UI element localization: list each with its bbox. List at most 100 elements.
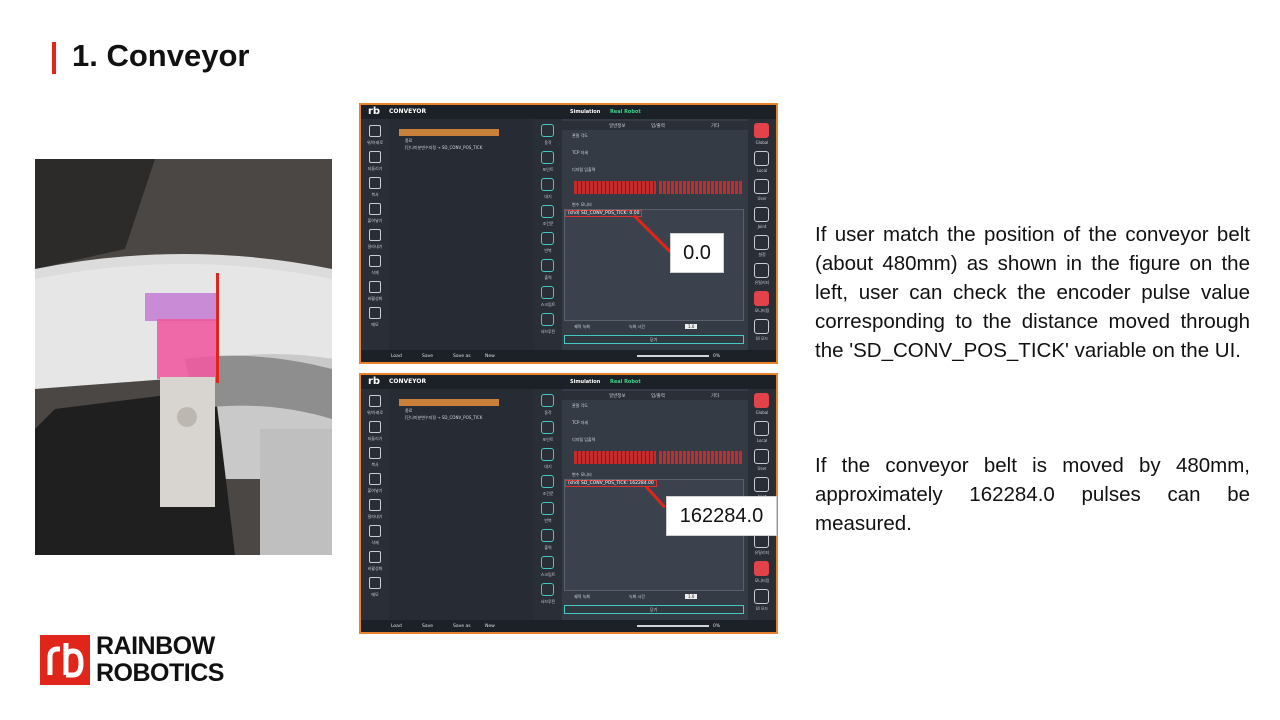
joint-angle-label: 관절 각도 [572, 133, 588, 138]
tool-label: 포인트 [542, 437, 554, 442]
condition-icon[interactable] [541, 475, 554, 488]
tool-label: 서브루틴 [540, 329, 556, 334]
tcp-pose-label: TCP 자세 [572, 420, 589, 425]
edit-toolbar: 위/아래로 되돌리기 복사 붙여넣기 잘라내기 삭제 비활성화 메모 [361, 389, 389, 620]
tool-label: Global [755, 140, 769, 145]
global-icon[interactable] [754, 393, 769, 408]
delete-icon[interactable] [369, 255, 381, 267]
rainbow-robotics-logo-icon [40, 635, 90, 685]
move-updown-icon[interactable] [369, 395, 381, 407]
wait-icon[interactable] [541, 448, 554, 461]
simulation-toggle[interactable]: Simulation [570, 379, 600, 385]
undo-icon[interactable] [369, 421, 381, 433]
move-icon[interactable] [541, 394, 554, 407]
load-button[interactable]: Load [391, 354, 402, 359]
variable-value: (shd) SD_CONV_POS_TICK: 0.00 [565, 210, 643, 217]
tool-label: 출력 [544, 275, 552, 280]
tool-label: 위/아래로 [366, 140, 384, 145]
tree-selected-row[interactable] [399, 399, 499, 406]
memo-icon[interactable] [369, 307, 381, 319]
global-icon[interactable] [754, 123, 769, 138]
progress-slider[interactable] [637, 355, 709, 357]
tool-label: 비활성화 [367, 566, 383, 571]
memo-icon[interactable] [369, 577, 381, 589]
save-as-button[interactable]: Save as [453, 624, 471, 629]
tab-general[interactable]: 일반정보 [609, 123, 626, 129]
tree-line-var[interactable]: [단나미분변수지정 → SD_CONV_POS_TICK [405, 415, 482, 421]
record-label: 궤적 녹화 [574, 594, 590, 599]
local-icon[interactable] [754, 151, 769, 166]
monitoring-icon[interactable] [754, 561, 769, 576]
ui-mode-icon[interactable] [754, 589, 769, 604]
point-icon[interactable] [541, 421, 554, 434]
tool-label: 붙여넣기 [367, 488, 383, 493]
save-button[interactable]: Save [422, 354, 433, 359]
real-robot-toggle[interactable]: Real Robot [610, 379, 641, 385]
monitoring-icon[interactable] [754, 291, 769, 306]
script-icon[interactable] [541, 286, 554, 299]
disable-icon[interactable] [369, 281, 381, 293]
progress-slider[interactable] [637, 625, 709, 627]
move-updown-icon[interactable] [369, 125, 381, 137]
tool-label: 복사 [371, 462, 379, 467]
ui-mode-icon[interactable] [754, 319, 769, 334]
move-icon[interactable] [541, 124, 554, 137]
record-time-input[interactable]: 1.0 [685, 594, 698, 599]
subroutine-icon[interactable] [541, 583, 554, 596]
tool-label: 반복 [544, 248, 552, 253]
record-time-input[interactable]: 1.0 [685, 324, 698, 329]
tab-io[interactable]: 입/출력 [651, 393, 665, 399]
undo-icon[interactable] [369, 151, 381, 163]
description-paragraph-2: If the conveyor belt is moved by 480mm, … [815, 454, 1250, 535]
copy-icon[interactable] [369, 177, 381, 189]
cut-icon[interactable] [369, 229, 381, 241]
tool-label: 서브루틴 [540, 599, 556, 604]
tab-io[interactable]: 입/출력 [651, 123, 665, 129]
settings-icon[interactable] [754, 235, 769, 250]
save-as-button[interactable]: Save as [453, 354, 471, 359]
tool-label: Local [756, 438, 768, 443]
progress-label: 0% [713, 624, 721, 629]
repeat-icon[interactable] [541, 232, 554, 245]
new-button[interactable]: New [485, 354, 495, 359]
local-icon[interactable] [754, 421, 769, 436]
tab-general[interactable]: 일반정보 [609, 393, 626, 399]
real-robot-toggle[interactable]: Real Robot [610, 109, 641, 115]
tool-label: 비활성화 [367, 296, 383, 301]
output-icon[interactable] [541, 529, 554, 542]
paste-icon[interactable] [369, 203, 381, 215]
simulation-toggle[interactable]: Simulation [570, 109, 600, 115]
load-button[interactable]: Load [391, 624, 402, 629]
new-button[interactable]: New [485, 624, 495, 629]
tool-label: 유틸리티 [754, 550, 770, 555]
tree-line-var[interactable]: [단나미분변수지정 → SD_CONV_POS_TICK [405, 145, 482, 151]
tab-etc[interactable]: 기타 [711, 393, 719, 399]
copy-icon[interactable] [369, 447, 381, 459]
wait-icon[interactable] [541, 178, 554, 191]
joint-icon[interactable] [754, 477, 769, 492]
subroutine-icon[interactable] [541, 313, 554, 326]
user-icon[interactable] [754, 179, 769, 194]
utility-icon[interactable] [754, 263, 769, 278]
output-icon[interactable] [541, 259, 554, 272]
paste-icon[interactable] [369, 473, 381, 485]
disable-icon[interactable] [369, 551, 381, 563]
joint-icon[interactable] [754, 207, 769, 222]
tool-label: 메모 [371, 592, 379, 597]
tree-line-end[interactable]: 종료 [405, 408, 412, 414]
tool-label: 되돌리기 [367, 166, 383, 171]
tree-line-end[interactable]: 종료 [405, 138, 412, 144]
condition-icon[interactable] [541, 205, 554, 218]
tree-selected-row[interactable] [399, 129, 499, 136]
repeat-icon[interactable] [541, 502, 554, 515]
user-icon[interactable] [754, 449, 769, 464]
tab-etc[interactable]: 기타 [711, 123, 719, 129]
delete-icon[interactable] [369, 525, 381, 537]
script-icon[interactable] [541, 556, 554, 569]
record-label: 궤적 녹화 [574, 324, 590, 329]
tool-label: 되돌리기 [367, 436, 383, 441]
tool-label: 대기 [544, 194, 552, 199]
point-icon[interactable] [541, 151, 554, 164]
save-button[interactable]: Save [422, 624, 433, 629]
cut-icon[interactable] [369, 499, 381, 511]
